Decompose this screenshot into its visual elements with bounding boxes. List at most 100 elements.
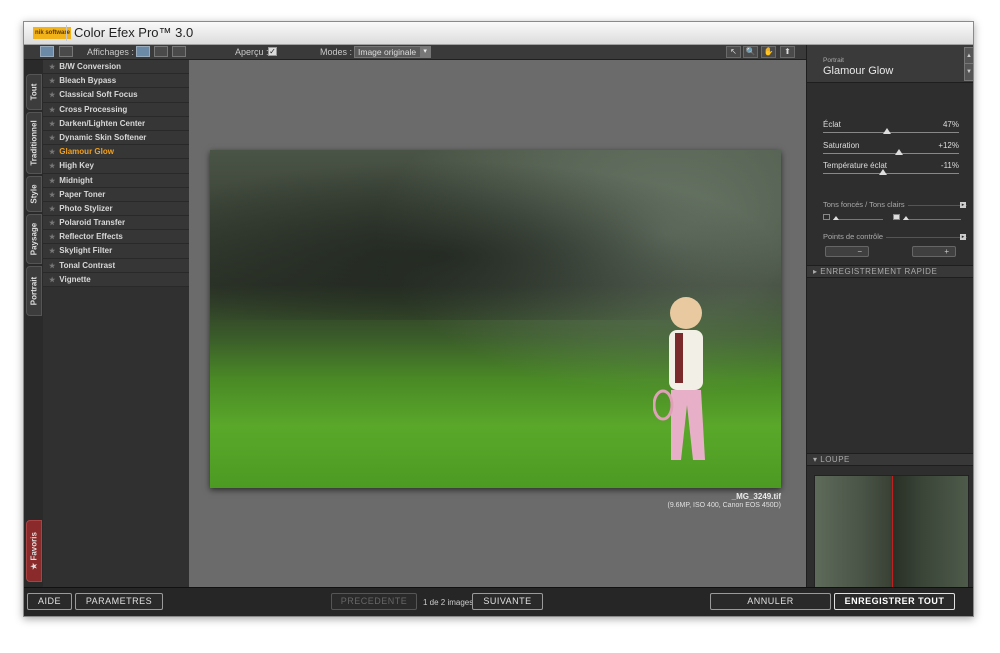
chevron-down-icon[interactable]: ▼ [965,64,973,80]
filter-label: Classical Soft Focus [59,90,138,100]
chevron-up-icon[interactable]: ▲ [965,48,973,64]
tab-favoris[interactable]: ★ Favoris [26,520,42,582]
list-item[interactable]: ★ Dynamic Skin Softener [43,130,189,146]
slider-track[interactable] [823,173,959,174]
zoom-tool-icon[interactable]: 🔍 [743,46,758,58]
display-split-button[interactable] [154,46,168,57]
filter-stepper[interactable]: ▲ ▼ [964,47,973,81]
settings-button[interactable]: PARAMETRES [75,593,163,610]
slider-track[interactable] [823,132,959,133]
list-item[interactable]: ★ Darken/Lighten Center [43,116,189,131]
tab-traditionnel[interactable]: Traditionnel [26,112,42,174]
display-single-button[interactable] [136,46,150,57]
slider-thumb[interactable] [882,128,891,134]
next-button[interactable]: SUIVANTE [472,593,543,610]
star-icon[interactable]: ★ [49,178,55,185]
list-item[interactable]: ★ Tonal Contrast [43,258,189,273]
tab-label: Paysage [29,222,39,256]
saturation-slider[interactable]: Saturation +12% [823,141,959,161]
list-item[interactable]: ★ Paper Toner [43,187,189,202]
tab-label: Style [29,184,39,204]
filter-name: Glamour Glow [823,65,894,77]
save-all-button[interactable]: ENREGISTRER TOUT [834,593,955,610]
list-item[interactable]: ★ High Key [43,159,189,174]
temperature-eclat-slider[interactable]: Température éclat -11% [823,161,959,181]
tones-section-title[interactable]: Tons foncés / Tons clairs [823,200,908,209]
list-item[interactable]: ★ Polaroid Transfer [43,216,189,231]
star-icon[interactable]: ★ [49,78,55,85]
split-view-icon[interactable] [59,46,73,57]
slider-thumb[interactable] [833,216,839,220]
list-item[interactable]: ★ Bleach Bypass [43,74,189,89]
tab-style[interactable]: Style [26,176,42,212]
list-item[interactable]: ★ B/W Conversion [43,60,189,75]
star-icon[interactable]: ★ [49,206,55,213]
highlights-slider[interactable] [893,214,961,224]
preview-canvas[interactable]: _MG_3249.tif (9.6MP, ISO 400, Canon EOS … [189,60,806,587]
upload-tool-icon[interactable]: ⬆ [780,46,795,58]
filter-label: Reflector Effects [59,232,123,242]
add-control-point-button[interactable]: + [912,246,956,257]
modes-select[interactable]: Image originale ▾ [354,46,432,58]
slider-track[interactable] [823,153,959,154]
star-icon[interactable]: ★ [49,263,55,270]
star-icon[interactable]: ★ [49,248,55,255]
star-icon[interactable]: ★ [49,149,55,156]
display-side-by-side-button[interactable] [172,46,186,57]
star-icon[interactable]: ★ [49,163,55,170]
loupe-bar[interactable]: ▾ LOUPE [807,453,973,466]
list-item[interactable]: ★ Skylight Filter [43,244,189,259]
star-icon[interactable]: ★ [49,92,55,99]
list-item[interactable]: ★ Cross Processing [43,102,189,117]
list-item[interactable]: ★ Classical Soft Focus [43,88,189,103]
preview-photo[interactable] [210,150,781,488]
title-separator [66,25,67,41]
list-item[interactable]: ★ Reflector Effects [43,230,189,245]
star-icon[interactable]: ★ [49,277,55,284]
slider-track[interactable] [833,219,883,220]
slider-value: +12% [938,141,959,150]
loupe-split-line [892,476,893,589]
star-icon[interactable]: ★ [49,220,55,227]
filter-label: B/W Conversion [59,62,122,71]
help-button[interactable]: AIDE [27,593,72,610]
control-points-title[interactable]: Points de contrôle [823,232,887,241]
affichages-label: Affichages : [87,47,134,57]
star-icon[interactable]: ★ [49,121,55,128]
star-icon[interactable]: ★ [49,234,55,241]
bottom-bar: AIDE PARAMETRES PRECEDENTE 1 de 2 images… [24,587,973,616]
list-item[interactable]: ★ Midnight [43,173,189,188]
quick-save-bar[interactable]: ▸ ENREGISTREMENT RAPIDE [807,265,973,278]
single-view-icon[interactable] [40,46,54,57]
slider-thumb[interactable] [903,216,909,220]
remove-control-point-button[interactable]: − [825,246,869,257]
tab-paysage[interactable]: Paysage [26,214,42,264]
tab-portrait[interactable]: Portrait [26,266,42,316]
previous-button[interactable]: PRECEDENTE [331,593,417,610]
list-item-selected[interactable]: ★ Glamour Glow [43,145,189,160]
hand-tool-icon[interactable]: ✋ [761,46,776,58]
star-icon[interactable]: ★ [49,64,55,71]
expand-arrow-icon[interactable]: ▸ [960,234,966,240]
slider-thumb[interactable] [878,169,887,175]
star-icon[interactable]: ★ [49,192,55,199]
cancel-button[interactable]: ANNULER [710,593,831,610]
slider-thumb[interactable] [895,149,904,155]
eclat-slider[interactable]: Éclat 47% [823,120,959,140]
star-icon[interactable]: ★ [49,135,55,142]
filter-label: Tonal Contrast [59,260,116,270]
filter-label: Cross Processing [59,104,128,114]
slider-label: Saturation [823,141,860,150]
slider-track[interactable] [903,219,961,220]
tab-label: Portrait [29,276,39,306]
loupe-view[interactable] [814,475,969,590]
star-icon[interactable]: ★ [49,107,55,114]
apercu-checkbox[interactable]: ✓ [268,47,277,56]
expand-arrow-icon: ▸ [813,267,818,276]
list-item[interactable]: ★ Vignette [43,272,189,287]
list-item[interactable]: ★ Photo Stylizer [43,201,189,217]
expand-arrow-icon[interactable]: ▸ [960,202,966,208]
tab-tout[interactable]: Tout [26,74,42,110]
pointer-tool-icon[interactable]: ↖ [726,46,741,58]
shadows-slider[interactable] [823,214,883,224]
